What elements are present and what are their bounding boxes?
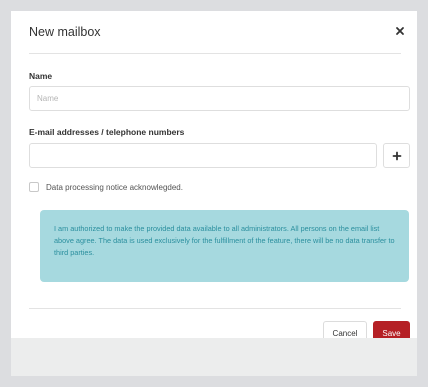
dialog-bottom-area <box>11 338 417 376</box>
acknowledge-checkbox-row[interactable]: Data processing notice acknowlegded. <box>29 181 183 193</box>
notice-text: I am authorized to make the provided dat… <box>54 224 395 257</box>
close-icon <box>396 27 404 35</box>
add-address-button[interactable] <box>383 143 410 168</box>
plus-icon <box>392 151 401 160</box>
data-processing-notice: I am authorized to make the provided dat… <box>40 210 409 282</box>
dialog-header: New mailbox <box>11 11 417 53</box>
email-input[interactable] <box>29 143 377 168</box>
dialog-title: New mailbox <box>29 25 101 39</box>
name-label: Name <box>29 71 53 81</box>
header-divider <box>29 53 401 54</box>
close-button[interactable] <box>393 24 407 38</box>
acknowledge-checkbox[interactable] <box>29 182 39 192</box>
new-mailbox-dialog: New mailbox Name E-mail addresses / tele… <box>11 11 417 345</box>
acknowledge-checkbox-label: Data processing notice acknowlegded. <box>46 182 183 192</box>
email-label: E-mail addresses / telephone numbers <box>29 127 185 137</box>
footer-divider <box>29 308 401 309</box>
name-input[interactable] <box>29 86 410 111</box>
